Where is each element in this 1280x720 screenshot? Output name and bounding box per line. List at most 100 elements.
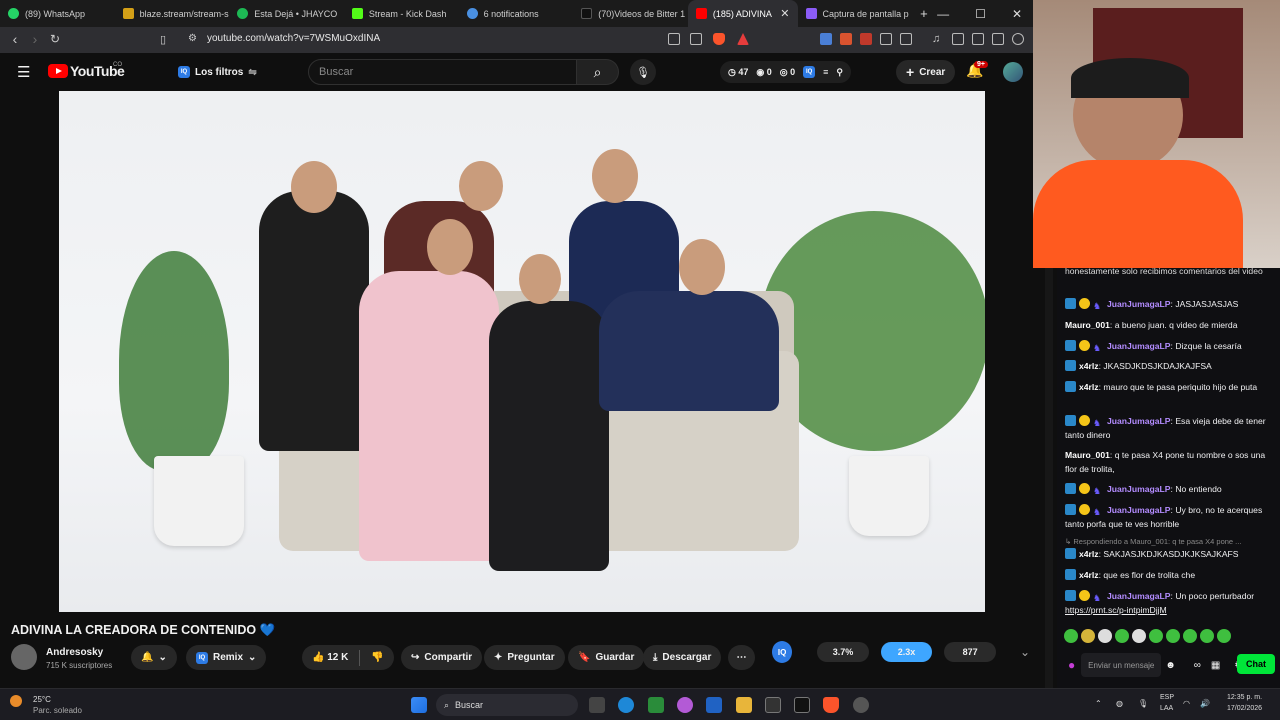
chevron-down-icon[interactable]: ⌄ bbox=[1020, 645, 1030, 659]
tab-whatsapp[interactable]: (89) WhatsApp bbox=[0, 0, 115, 27]
download-button[interactable]: ⤓ Descargar bbox=[643, 645, 722, 670]
obs-icon[interactable] bbox=[853, 697, 869, 713]
chat-username[interactable]: Mauro_001 bbox=[1065, 450, 1110, 460]
translate-ext-icon[interactable] bbox=[820, 33, 832, 45]
reload-icon[interactable]: ↻ bbox=[45, 32, 65, 46]
gift-icon[interactable]: ▦ bbox=[1211, 660, 1220, 671]
store-icon[interactable] bbox=[706, 697, 722, 713]
emote-icon[interactable] bbox=[1166, 629, 1180, 643]
chat-username[interactable]: x4rlz bbox=[1079, 382, 1099, 392]
brave-rewards-icon[interactable] bbox=[737, 33, 749, 45]
wallet-icon[interactable] bbox=[972, 33, 984, 45]
emote-icon[interactable] bbox=[1115, 629, 1129, 643]
maximize-icon[interactable]: ☐ bbox=[975, 7, 986, 21]
taskbar-search[interactable]: ⌕ Buscar bbox=[436, 694, 578, 716]
chat-username[interactable]: JuanJumagaLP bbox=[1107, 591, 1171, 601]
close-window-icon[interactable]: ✕ bbox=[1012, 7, 1022, 21]
extension-icon[interactable] bbox=[840, 33, 852, 45]
voice-search-button[interactable]: 🎙 bbox=[630, 59, 656, 85]
tray-chevron-icon[interactable]: ⌃ bbox=[1095, 699, 1102, 708]
search-button[interactable]: ⌕ bbox=[577, 59, 619, 85]
tab-kick[interactable]: Stream - Kick Dash bbox=[344, 0, 459, 27]
task-view-icon[interactable] bbox=[589, 697, 605, 713]
share-button[interactable]: ↪ Compartir bbox=[401, 645, 483, 670]
tab-youtube-active[interactable]: (185) ADIVINA ✕ bbox=[687, 0, 798, 27]
emote-icon[interactable] bbox=[1132, 629, 1146, 643]
tab-notifications[interactable]: 6 notifications bbox=[459, 0, 574, 27]
emote-icon[interactable] bbox=[1149, 629, 1163, 643]
user-avatar[interactable] bbox=[1003, 62, 1023, 82]
edge-icon[interactable] bbox=[618, 697, 634, 713]
volume-icon[interactable]: 🔊 bbox=[1200, 699, 1210, 708]
vpn-icon[interactable] bbox=[1012, 33, 1024, 45]
forward-icon[interactable]: › bbox=[25, 31, 45, 47]
chat-username[interactable]: Mauro_001 bbox=[1065, 320, 1110, 330]
emote-icon[interactable] bbox=[1200, 629, 1214, 643]
downloads-icon[interactable] bbox=[992, 33, 1004, 45]
tab-screenshot[interactable]: Captura de pantalla p bbox=[798, 0, 913, 27]
mic-chat-icon[interactable]: ● bbox=[1068, 658, 1075, 672]
subscription-bell-button[interactable]: 🔔 ⌄ bbox=[131, 645, 177, 670]
app-icon[interactable] bbox=[648, 697, 664, 713]
chat-username[interactable]: JuanJumagaLP bbox=[1107, 505, 1171, 515]
video-player[interactable] bbox=[59, 91, 985, 612]
channel-avatar[interactable] bbox=[11, 644, 37, 670]
chat-username[interactable]: JuanJumagaLP bbox=[1107, 484, 1171, 494]
like-button[interactable]: 👍 12 K bbox=[312, 652, 348, 663]
site-info-icon[interactable]: ⚙ bbox=[188, 33, 197, 44]
app2-icon[interactable] bbox=[794, 697, 810, 713]
chat-input[interactable]: Enviar un mensaje bbox=[1081, 653, 1162, 677]
close-tab-icon[interactable]: ✕ bbox=[780, 7, 789, 20]
search-input[interactable]: Buscar bbox=[308, 59, 577, 85]
menu-icon[interactable]: ☰ bbox=[17, 63, 30, 81]
brave-shield-icon[interactable] bbox=[713, 33, 725, 45]
back-icon[interactable]: ‹ bbox=[5, 31, 25, 47]
tab-tiktok[interactable]: (70)Videos de Bitter 1 bbox=[573, 0, 688, 27]
emote-icon[interactable] bbox=[1183, 629, 1197, 643]
chat-username[interactable]: x4rlz bbox=[1079, 361, 1099, 371]
clock-date[interactable]: 17/02/2026 bbox=[1227, 705, 1262, 712]
chat-username[interactable]: x4rlz bbox=[1079, 570, 1099, 580]
chat-link[interactable]: https://prnt.sc/p-intpimDjjM bbox=[1065, 605, 1167, 615]
tab-spotify[interactable]: Esta Dejá • JHAYCO bbox=[229, 0, 344, 27]
filters-button[interactable]: IQ Los filtros ⇋ bbox=[170, 61, 265, 83]
remix-button[interactable]: IQ Remix ⌄ bbox=[186, 645, 267, 670]
emote-icon[interactable] bbox=[1064, 629, 1078, 643]
weather-icon[interactable] bbox=[10, 695, 22, 707]
chat-username[interactable]: JuanJumagaLP bbox=[1107, 299, 1171, 309]
more-actions-button[interactable]: ⋯ bbox=[728, 645, 755, 670]
start-icon[interactable] bbox=[411, 697, 427, 713]
extension3-icon[interactable] bbox=[880, 33, 892, 45]
extension4-icon[interactable] bbox=[900, 33, 912, 45]
create-button[interactable]: + Crear bbox=[896, 60, 956, 84]
iq-logo-icon[interactable]: IQ bbox=[772, 641, 793, 663]
save-button[interactable]: 🔖 Guardar bbox=[568, 645, 645, 670]
emote-icon[interactable] bbox=[1098, 629, 1112, 643]
bookmark-icon[interactable]: ▯ bbox=[160, 33, 166, 46]
tab-blaze[interactable]: blaze.stream/stream-s bbox=[115, 0, 230, 27]
brave-icon[interactable] bbox=[823, 697, 839, 713]
sidebar-icon[interactable] bbox=[952, 33, 964, 45]
tray-app-icon[interactable]: ◍ bbox=[1116, 699, 1123, 708]
new-tab-button[interactable]: + bbox=[912, 0, 937, 27]
clock-time[interactable]: 12:35 p. m. bbox=[1227, 694, 1262, 701]
language-indicator[interactable]: ESP bbox=[1160, 694, 1174, 701]
youtube-logo-icon[interactable] bbox=[48, 64, 68, 78]
chat-username[interactable]: JuanJumagaLP bbox=[1107, 341, 1171, 351]
minimize-icon[interactable]: — bbox=[937, 7, 949, 21]
keyboard-layout[interactable]: LAA bbox=[1160, 705, 1173, 712]
url-field[interactable]: youtube.com/watch?v=7WSMuOxdINA bbox=[207, 33, 380, 44]
chat-username[interactable]: JuanJumagaLP bbox=[1107, 416, 1171, 426]
dislike-button[interactable]: 👎 bbox=[371, 652, 383, 663]
music-icon[interactable]: ♫ bbox=[932, 33, 944, 45]
ask-button[interactable]: ✦ Preguntar bbox=[484, 645, 565, 670]
emoji-icon[interactable]: ☻ bbox=[1165, 660, 1176, 671]
emote-icon[interactable] bbox=[1217, 629, 1231, 643]
copilot-icon[interactable] bbox=[677, 697, 693, 713]
extension-stats[interactable]: ◷ 47 ◉ 0 ◎ 0 IQ ≡ ⚲ bbox=[720, 61, 851, 83]
channel-name[interactable]: Andresosky bbox=[46, 647, 103, 658]
extension2-icon[interactable] bbox=[860, 33, 872, 45]
points-icon[interactable]: ∞ bbox=[1194, 660, 1201, 671]
cast-icon[interactable] bbox=[668, 33, 680, 45]
chat-username[interactable]: x4rlz bbox=[1079, 549, 1099, 559]
